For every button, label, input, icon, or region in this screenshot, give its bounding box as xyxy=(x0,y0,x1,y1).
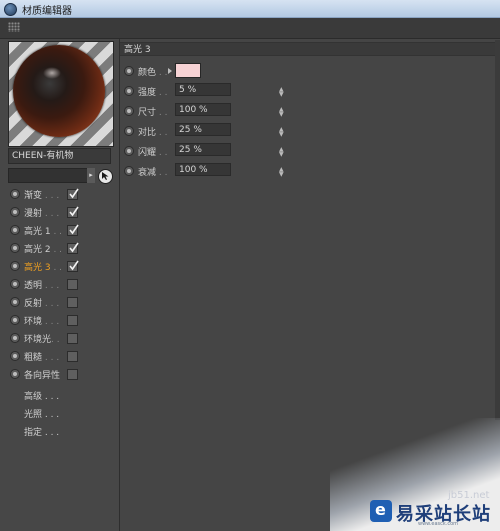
channel-radio[interactable] xyxy=(10,333,20,343)
param-radio[interactable] xyxy=(124,126,134,136)
channel-checkbox[interactable] xyxy=(67,315,78,326)
channel-item[interactable]: 高光 2 . . xyxy=(0,240,119,256)
cursor-arrow-icon xyxy=(102,172,109,180)
channel-checkbox[interactable] xyxy=(67,224,79,236)
channel-radio[interactable] xyxy=(10,207,20,217)
material-preview-sphere xyxy=(13,45,105,137)
channel-radio[interactable] xyxy=(10,261,20,271)
spinner-arrows-icon[interactable]: ▲ ▼ xyxy=(279,147,284,158)
channel-item[interactable]: 渐变 . . . xyxy=(0,186,119,202)
spinner-arrows-icon[interactable]: ▲ ▼ xyxy=(279,127,284,138)
layer-arrow-button[interactable]: ▸ xyxy=(87,168,95,183)
channel-checkbox[interactable] xyxy=(67,188,79,200)
channel-checkbox[interactable] xyxy=(67,351,78,362)
channel-item[interactable]: 各向异性 xyxy=(0,366,119,382)
param-value-field[interactable]: 100 % ▲ ▼ xyxy=(175,103,284,118)
layer-field[interactable] xyxy=(8,168,88,183)
param-row: 闪耀 . . 25 % ▲ ▼ xyxy=(120,141,500,159)
spinner-arrows-icon[interactable]: ▲ ▼ xyxy=(279,107,284,118)
channel-radio[interactable] xyxy=(10,297,20,307)
expand-arrow-icon[interactable] xyxy=(168,68,172,74)
param-row: 强度 . . 5 % ▲ ▼ xyxy=(120,81,500,99)
channel-item[interactable]: 漫射 . . . xyxy=(0,204,119,220)
scrollbar[interactable] xyxy=(495,40,500,420)
param-value-field[interactable]: 25 % ▲ ▼ xyxy=(175,123,284,138)
pointer-picker-button[interactable] xyxy=(98,169,113,184)
channel-radio[interactable] xyxy=(10,369,20,379)
channel-radio[interactable] xyxy=(10,189,20,199)
channel-checkbox[interactable] xyxy=(67,206,79,218)
channel-checkbox[interactable] xyxy=(67,242,79,254)
param-row: 尺寸 . . 100 % ▲ ▼ xyxy=(120,101,500,119)
param-radio[interactable] xyxy=(124,66,134,76)
channel-item[interactable]: 高光 1 . . xyxy=(0,222,119,238)
toolbar xyxy=(0,18,500,39)
channel-radio[interactable] xyxy=(10,351,20,361)
watermark-url: www.easck.com xyxy=(418,521,459,527)
cinema4d-app-icon xyxy=(4,3,17,16)
channel-item[interactable]: 环境光. . xyxy=(0,330,119,346)
extra-item-advanced[interactable]: 高级 . . . xyxy=(24,389,59,402)
channel-item[interactable]: 环境 . . . xyxy=(0,312,119,328)
spinner-arrows-icon[interactable]: ▲ ▼ xyxy=(279,167,284,178)
param-value-field[interactable]: 5 % ▲ ▼ xyxy=(175,83,284,98)
channel-item-active[interactable]: 高光 3 . . xyxy=(0,258,119,274)
param-value-field[interactable]: 25 % ▲ ▼ xyxy=(175,143,284,158)
window-title: 材质编辑器 xyxy=(22,6,72,17)
channel-item[interactable]: 透明 . . . xyxy=(0,276,119,292)
extra-item-illumination[interactable]: 光照 . . . xyxy=(24,407,59,420)
channel-item[interactable]: 粗糙 . . . xyxy=(0,348,119,364)
channel-item[interactable]: 反射 . . . xyxy=(0,294,119,310)
param-row-color: 颜色 . . xyxy=(120,61,500,79)
spinner-arrows-icon[interactable]: ▲ ▼ xyxy=(279,87,284,98)
channel-checkbox[interactable] xyxy=(67,297,78,308)
grip-handle-icon[interactable] xyxy=(8,22,20,32)
param-row: 对比 . . 25 % ▲ ▼ xyxy=(120,121,500,139)
color-swatch[interactable] xyxy=(175,63,201,78)
channel-checkbox[interactable] xyxy=(67,333,78,344)
channel-radio[interactable] xyxy=(10,243,20,253)
section-title: 高光 3 xyxy=(120,42,500,56)
param-radio[interactable] xyxy=(124,106,134,116)
param-value-field[interactable]: 100 % ▲ ▼ xyxy=(175,163,284,178)
param-radio[interactable] xyxy=(124,166,134,176)
param-radio[interactable] xyxy=(124,86,134,96)
channel-radio[interactable] xyxy=(10,225,20,235)
param-row: 衰减 . . 100 % ▲ ▼ xyxy=(120,161,500,179)
channel-radio[interactable] xyxy=(10,279,20,289)
material-name-field[interactable]: CHEEN-有机物 xyxy=(8,148,111,164)
channel-checkbox[interactable] xyxy=(67,369,78,380)
channel-checkbox[interactable] xyxy=(67,260,79,272)
title-bar: 材质编辑器 xyxy=(0,0,500,18)
material-preview[interactable] xyxy=(8,41,114,147)
watermark-logo-icon xyxy=(370,500,392,522)
extra-item-assign[interactable]: 指定 . . . xyxy=(24,425,59,438)
channel-panel: CHEEN-有机物 ▸ 渐变 . . . 漫射 . . . 高光 1 . . 高… xyxy=(0,39,120,531)
param-radio[interactable] xyxy=(124,146,134,156)
channel-radio[interactable] xyxy=(10,315,20,325)
channel-checkbox[interactable] xyxy=(67,279,78,290)
